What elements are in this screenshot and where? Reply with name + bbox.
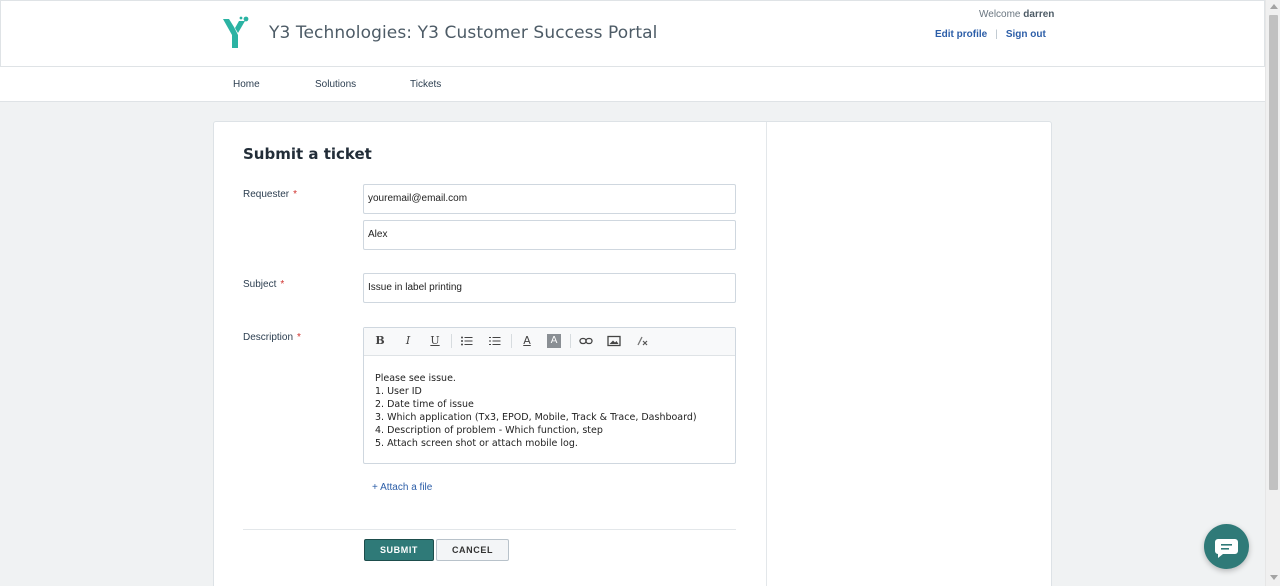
main-nav: Home Solutions Tickets bbox=[0, 67, 1265, 102]
description-line: 1. User ID bbox=[375, 386, 422, 397]
description-line: Please see issue. bbox=[375, 373, 456, 384]
required-marker: * bbox=[297, 332, 301, 343]
description-label: Description * bbox=[243, 332, 301, 343]
link-separator: | bbox=[995, 29, 998, 40]
description-line: 2. Date time of issue bbox=[375, 399, 474, 410]
scrollbar-thumb[interactable] bbox=[1269, 15, 1278, 490]
toolbar-separator bbox=[570, 334, 571, 348]
nav-item-tickets[interactable]: Tickets bbox=[410, 79, 441, 90]
description-label-text: Description bbox=[243, 332, 294, 343]
page-scrollbar[interactable] bbox=[1265, 0, 1280, 586]
welcome-text: Welcome darren bbox=[979, 9, 1054, 20]
cancel-button[interactable]: CANCEL bbox=[436, 539, 509, 561]
editor-toolbar: B I U A A bbox=[364, 328, 735, 356]
bullet-list-icon[interactable] bbox=[460, 334, 474, 348]
requester-name-input[interactable]: Alex bbox=[363, 220, 736, 250]
scroll-up-icon[interactable] bbox=[1270, 4, 1278, 9]
underline-button[interactable]: U bbox=[428, 334, 442, 348]
bold-button[interactable]: B bbox=[373, 334, 387, 348]
description-line: 3. Which application (Tx3, EPOD, Mobile,… bbox=[375, 412, 697, 423]
card-divider bbox=[766, 122, 767, 586]
numbered-list-icon[interactable] bbox=[488, 334, 502, 348]
subject-input[interactable]: Issue in label printing bbox=[363, 273, 736, 303]
y3-logo-icon[interactable] bbox=[221, 15, 251, 51]
requester-label: Requester * bbox=[243, 189, 297, 200]
welcome-prefix: Welcome bbox=[979, 9, 1021, 20]
description-line: 4. Description of problem - Which functi… bbox=[375, 425, 603, 436]
description-text[interactable]: Please see issue. 1. User ID 2. Date tim… bbox=[375, 372, 697, 450]
required-marker: * bbox=[280, 279, 285, 290]
edit-profile-link[interactable]: Edit profile bbox=[935, 29, 987, 40]
requester-email-input[interactable]: youremail@email.com bbox=[363, 184, 736, 214]
required-marker: * bbox=[293, 189, 298, 200]
scroll-down-icon[interactable] bbox=[1270, 575, 1278, 580]
background-color-button[interactable]: A bbox=[547, 334, 561, 348]
italic-button[interactable]: I bbox=[401, 334, 415, 348]
font-color-button[interactable]: A bbox=[520, 334, 534, 348]
chat-button[interactable] bbox=[1204, 524, 1249, 569]
clear-format-icon[interactable] bbox=[635, 334, 649, 348]
portal-title: Y3 Technologies: Y3 Customer Success Por… bbox=[269, 23, 658, 43]
chat-icon bbox=[1215, 539, 1238, 558]
description-editor[interactable]: B I U A A Please see issue. 1. User ID 2… bbox=[363, 327, 736, 464]
attach-file-link[interactable]: + Attach a file bbox=[372, 482, 432, 493]
form-title: Submit a ticket bbox=[243, 145, 372, 163]
link-icon[interactable] bbox=[579, 334, 593, 348]
ticket-form-card: Submit a ticket Requester * youremail@ema… bbox=[213, 121, 1052, 586]
sign-out-link[interactable]: Sign out bbox=[1006, 29, 1046, 40]
user-links: Edit profile | Sign out bbox=[935, 29, 1046, 40]
subject-label-text: Subject bbox=[243, 279, 277, 290]
username: darren bbox=[1023, 9, 1055, 20]
nav-item-home[interactable]: Home bbox=[233, 79, 260, 90]
form-divider bbox=[243, 529, 736, 530]
submit-button[interactable]: SUBMIT bbox=[364, 539, 434, 561]
requester-label-text: Requester bbox=[243, 189, 290, 200]
image-icon[interactable] bbox=[607, 334, 621, 348]
portal-header: Y3 Technologies: Y3 Customer Success Por… bbox=[0, 0, 1265, 67]
description-line: 5. Attach screen shot or attach mobile l… bbox=[375, 438, 578, 449]
subject-label: Subject * bbox=[243, 279, 284, 290]
nav-item-solutions[interactable]: Solutions bbox=[315, 79, 356, 90]
toolbar-separator bbox=[511, 334, 512, 348]
toolbar-separator bbox=[451, 334, 452, 348]
